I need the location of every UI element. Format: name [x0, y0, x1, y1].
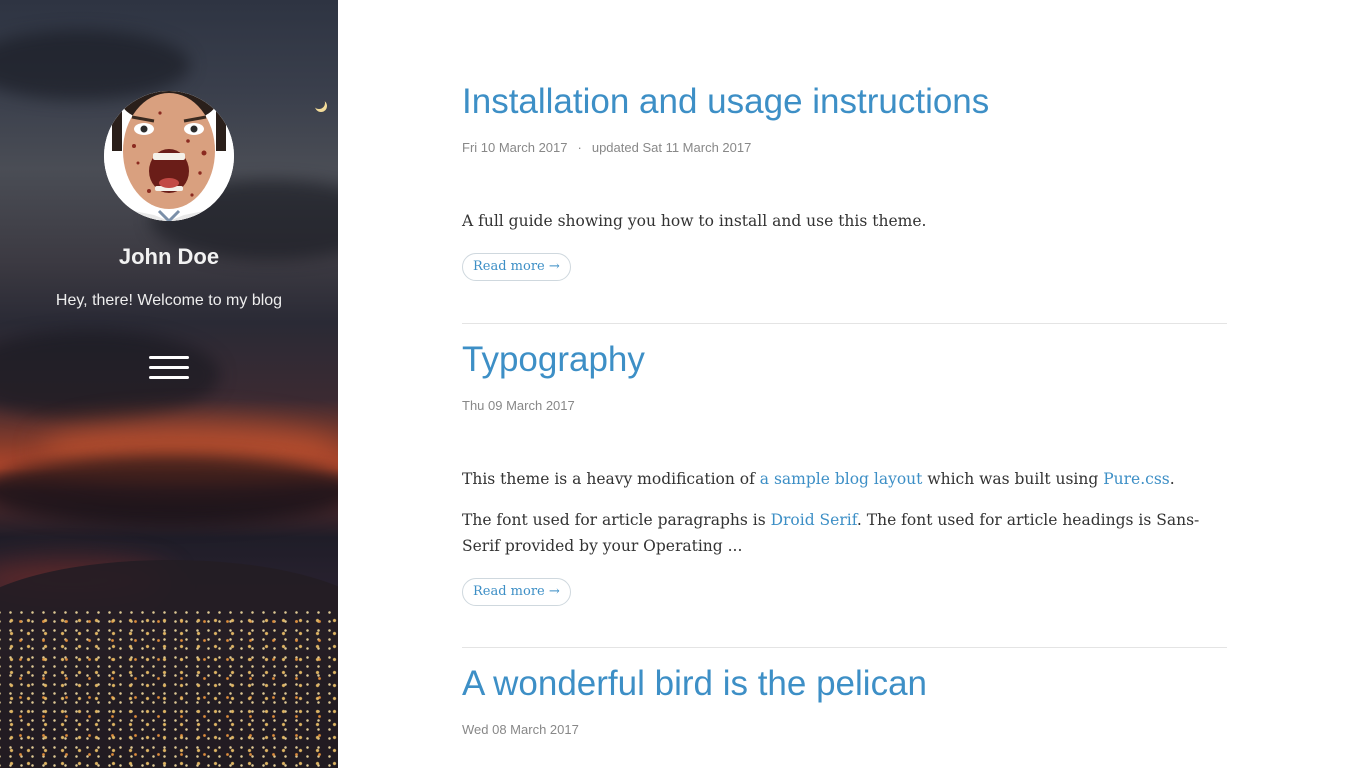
post-title-link[interactable]: Typography: [462, 338, 1227, 382]
post-updated-date: updated Sat 11 March 2017: [591, 140, 752, 155]
post-divider: [462, 323, 1227, 324]
summary-paragraph: A full guide showing you how to install …: [462, 212, 927, 230]
meta-separator: ·: [577, 140, 582, 155]
post-summary: A full guide showing you how to install …: [462, 208, 1227, 234]
read-more-button[interactable]: Read more →: [462, 253, 571, 281]
sample-blog-layout-link[interactable]: a sample blog layout: [760, 470, 923, 488]
paragraph-text: which was built using: [922, 470, 1104, 488]
post-meta: Wed 08 March 2017: [462, 722, 1227, 737]
droid-serif-link[interactable]: Droid Serif: [771, 511, 857, 529]
post-meta: Thu 09 March 2017: [462, 398, 1227, 413]
post-item: A wonderful bird is the pelican Wed 08 M…: [462, 662, 1227, 737]
post-title-link[interactable]: Installation and usage instructions: [462, 80, 1227, 124]
post-meta: Fri 10 March 2017 · updated Sat 11 March 2…: [462, 140, 1227, 155]
post-divider: [462, 647, 1227, 648]
sky-cloud: [0, 30, 190, 100]
paragraph-text: The font used for article paragraphs is: [462, 511, 771, 529]
city-lights: [0, 610, 338, 768]
summary-paragraph: This theme is a heavy modification of a …: [462, 466, 1227, 492]
avatar-face-icon: [104, 91, 234, 221]
post-date: Wed 08 March 2017: [462, 722, 579, 737]
post-item: Typography Thu 09 March 2017 This theme …: [462, 338, 1227, 606]
hamburger-menu-icon[interactable]: [147, 354, 189, 382]
post-title-link[interactable]: A wonderful bird is the pelican: [462, 662, 1227, 706]
menu-bar: [149, 366, 189, 369]
post-item: Installation and usage instructions Fri …: [462, 80, 1227, 281]
post-summary: This theme is a heavy modification of a …: [462, 466, 1227, 559]
site-tagline: Hey, there! Welcome to my blog: [55, 292, 283, 309]
menu-bar: [149, 376, 189, 379]
moon-icon: [313, 97, 325, 109]
avatar[interactable]: [104, 91, 234, 221]
pure-css-link[interactable]: Pure.css: [1103, 470, 1170, 488]
menu-bar: [149, 356, 189, 359]
sidebar: John Doe Hey, there! Welcome to my blog: [0, 0, 338, 768]
post-date: Fri 10 March 2017: [462, 140, 568, 155]
paragraph-text: .: [1169, 470, 1175, 488]
author-name: John Doe: [118, 244, 220, 269]
post-date: Thu 09 March 2017: [462, 398, 575, 413]
sky-cloud: [0, 455, 338, 525]
read-more-button[interactable]: Read more →: [462, 578, 571, 606]
paragraph-text: This theme is a heavy modification of: [462, 470, 760, 488]
summary-paragraph: The font used for article paragraphs is …: [462, 507, 1227, 559]
